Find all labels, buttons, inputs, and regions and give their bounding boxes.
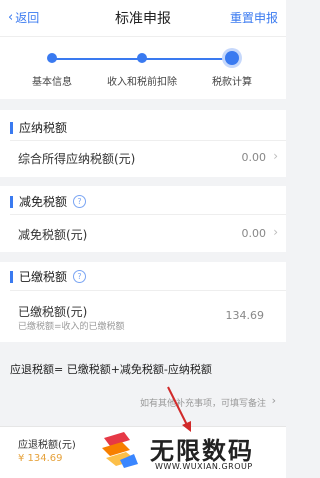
annotation-arrow-icon [167,386,191,432]
section-marker [10,270,13,283]
step-label-income[interactable]: 收入和税前扣除 [107,73,177,88]
step-progress: 基本信息 收入和税前扣除 税款计算 [0,36,286,99]
step-dot-tax-calc [225,51,239,65]
row-label: 综合所得应纳税额(元) [18,152,136,166]
divider [10,290,286,291]
nav-bar: ‹ 返回 标准申报 重置申报 [0,0,286,36]
help-icon[interactable]: ? [73,195,87,208]
step-dot-basic-info [47,53,57,63]
reset-declaration-button[interactable]: 重置申报 [230,9,278,26]
step-label-basic-info[interactable]: 基本信息 [32,73,72,88]
divider [10,214,286,215]
section-payable: 应纳税额 综合所得应纳税额(元) 0.00 › [0,110,286,177]
chevron-right-icon: › [273,225,278,239]
row-sub-label: 已缴税额=收入的已缴税额 [18,322,125,332]
refund-formula: 应退税额= 已缴税额+减免税额-应纳税额 [10,363,212,376]
section-header: 应纳税额 [10,119,67,136]
section-title: 已缴税额 [19,270,68,284]
step-label-tax-calc[interactable]: 税款计算 [212,73,252,88]
row-label: 减免税额(元) [18,228,88,242]
section-header: 已缴税额 ? [10,268,87,285]
watermark-logo-icon [102,432,138,468]
refund-label: 应退税额(元) [18,440,76,451]
chevron-right-icon: › [273,149,278,163]
section-title: 应纳税额 [19,121,68,135]
remark-link[interactable]: 如有其他补充事项，可填写备注 [140,396,266,409]
section-header: 减免税额 ? [10,193,87,210]
watermark-url: WWW.WUXIAN.GROUP [155,462,253,471]
row-value: 134.69 [225,309,265,322]
step-dot-income [137,53,147,63]
divider [10,140,286,141]
section-marker [10,121,13,134]
help-icon[interactable]: ? [73,270,87,283]
section-paid: 已缴税额 ? 已缴税额(元) 已缴税额=收入的已缴税额 134.69 [0,262,286,342]
row-value: 0.00 [241,151,267,164]
section-title: 减免税额 [19,195,68,209]
section-marker [10,195,13,208]
chevron-right-icon: › [271,394,276,407]
step-connector [52,58,142,60]
section-reduction: 减免税额 ? 减免税额(元) 0.00 › [0,186,286,252]
row-value: 0.00 [241,227,267,240]
watermark-brand: 无限数码 [150,437,254,465]
row-label: 已缴税额(元) [18,305,88,319]
step-connector [142,58,232,60]
refund-amount: ¥ 134.69 [18,453,63,464]
